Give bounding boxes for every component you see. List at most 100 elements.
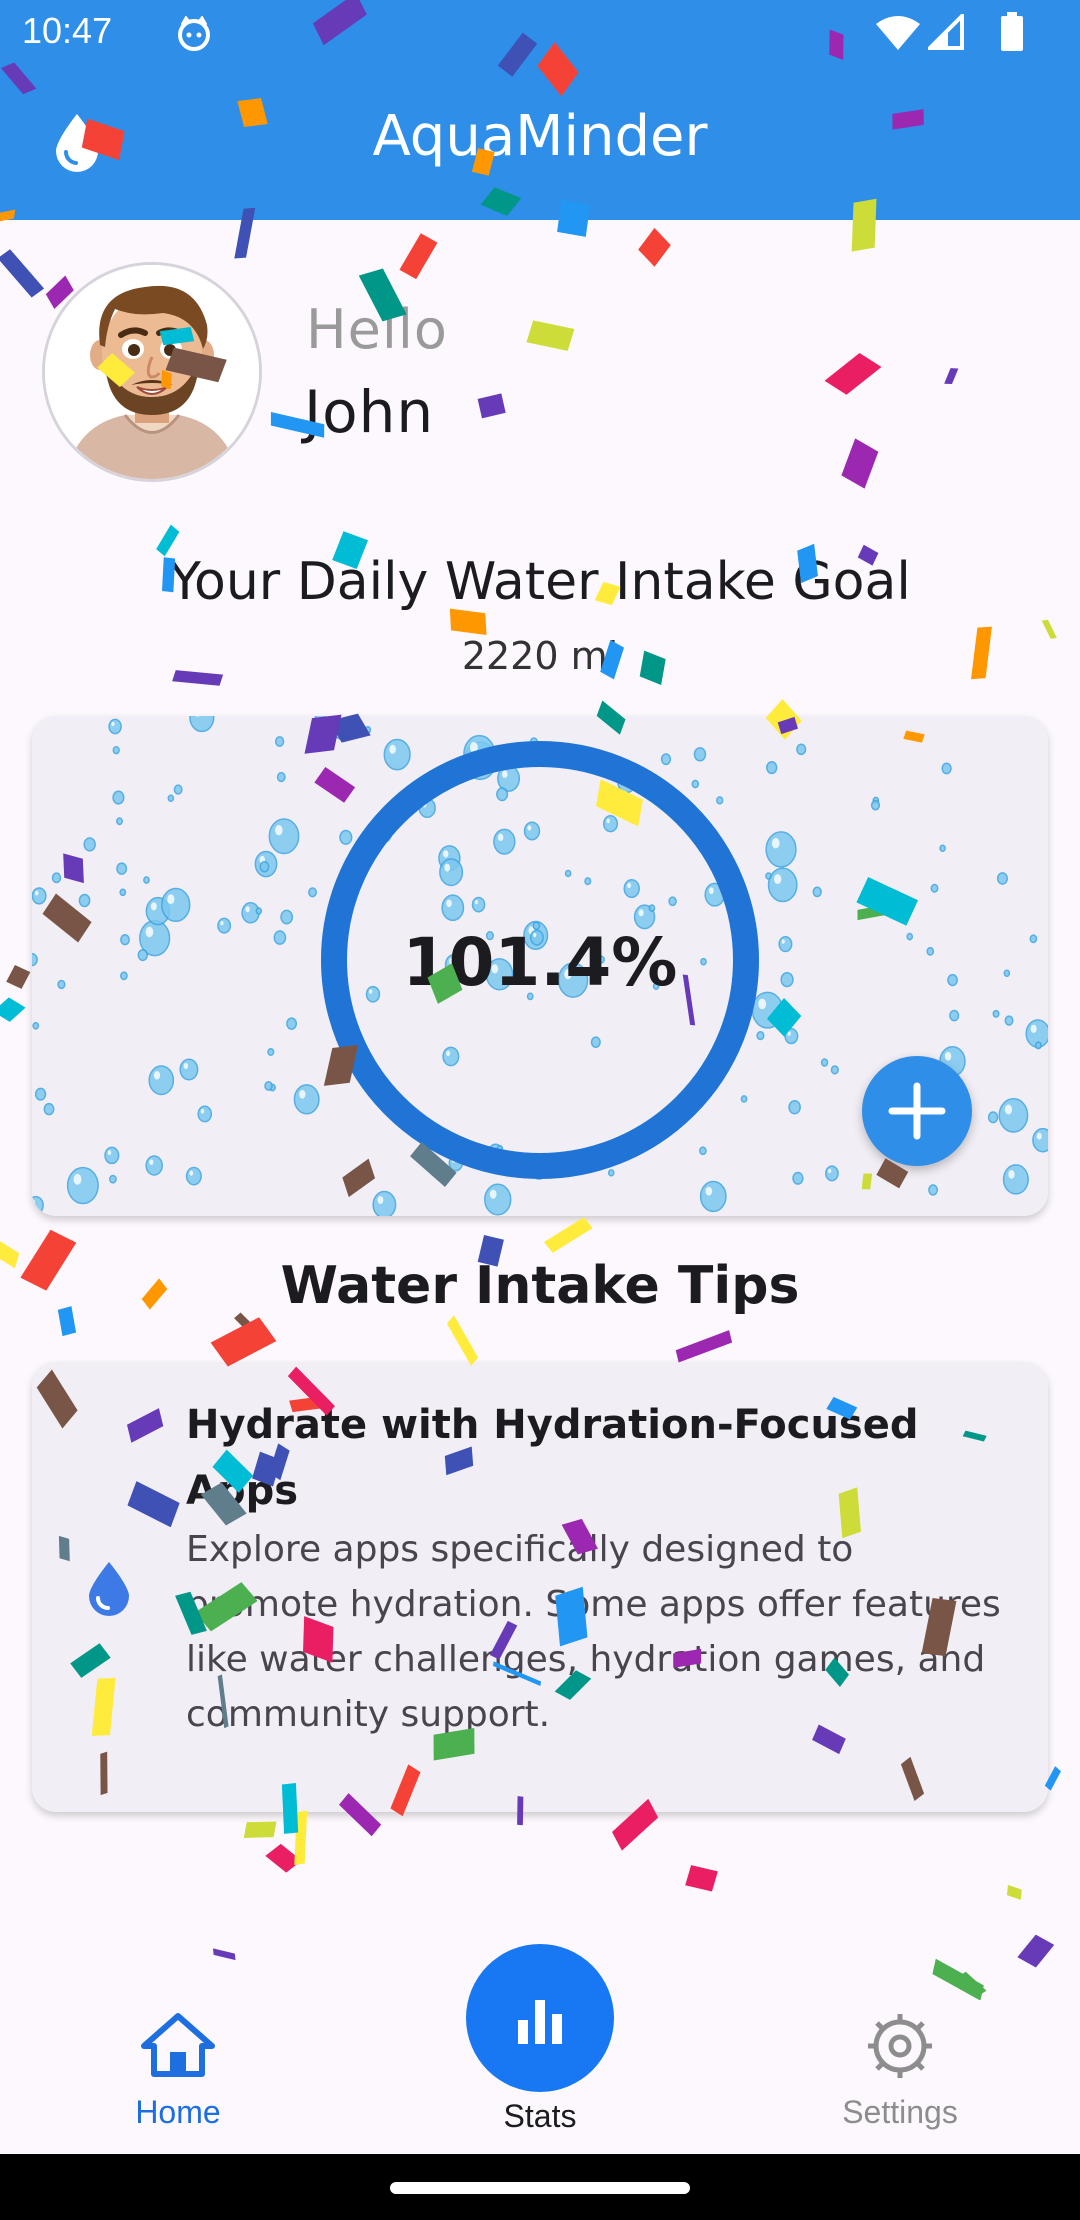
water-droplet (32, 1021, 40, 1030)
water-droplet (116, 817, 123, 826)
confetti-piece (1007, 1884, 1022, 1900)
tip-body: Explore apps specifically designed to pr… (186, 1529, 1001, 1735)
water-droplet (264, 1081, 273, 1091)
battery-icon (1001, 12, 1023, 51)
confetti-piece (675, 1330, 733, 1363)
confetti-piece (685, 1865, 718, 1892)
water-droplet (280, 909, 294, 925)
water-droplet (930, 883, 939, 893)
water-droplet (825, 1165, 839, 1182)
water-droplet (143, 876, 150, 884)
water-droplet (268, 818, 300, 855)
status-time: 10:47 (22, 10, 113, 51)
water-droplet (820, 1058, 829, 1067)
water-droplet (173, 784, 183, 795)
home-indicator[interactable] (390, 2182, 690, 2194)
water-droplet (119, 888, 127, 897)
water-droplet (286, 1017, 298, 1030)
bar-chart-icon (518, 2000, 562, 2044)
water-droplet (116, 862, 128, 875)
bottom-navigation: Home Stats Settings (0, 1944, 1080, 2154)
water-droplet (112, 746, 120, 755)
water-droplet (185, 1166, 202, 1186)
water-droplet (870, 799, 881, 811)
droplet-highlight (34, 890, 39, 896)
user-name: John (304, 378, 435, 446)
droplet-highlight (275, 825, 283, 836)
goal-title: Your Daily Water Intake Goal (169, 552, 911, 612)
nav-label-settings: Settings (842, 2094, 958, 2130)
tip-card[interactable]: Hydrate with Hydration-Focused Apps Expl… (32, 1362, 1048, 1812)
water-drop-icon (89, 1562, 129, 1616)
system-gesture-bar (0, 2154, 1080, 2220)
water-droplet (939, 844, 946, 852)
water-droplet (276, 771, 286, 783)
water-droplet (66, 1166, 99, 1205)
water-droplet (928, 1184, 938, 1196)
water-droplet (788, 1099, 801, 1115)
water-droplet (32, 887, 47, 905)
droplet-highlight (149, 1159, 154, 1166)
nav-label-home: Home (135, 2094, 221, 2130)
water-droplet (274, 736, 285, 747)
water-droplet (992, 1009, 1000, 1018)
water-droplet (1032, 1127, 1048, 1153)
water-droplet (255, 907, 263, 915)
add-intake-button[interactable] (862, 1056, 972, 1166)
confetti-piece (449, 608, 487, 635)
water-droplet (145, 1155, 163, 1176)
confetti-piece (210, 1317, 277, 1367)
water-droplet (314, 716, 327, 723)
water-droplet (1002, 1164, 1029, 1195)
water-droplet (83, 837, 96, 852)
water-droplet (189, 716, 215, 733)
water-droplet (998, 1097, 1029, 1133)
confetti-piece (824, 352, 882, 395)
water-droplet (112, 790, 125, 805)
water-droplet (1004, 1015, 1014, 1026)
water-droplet (161, 887, 191, 923)
droplet-highlight (774, 874, 782, 885)
droplet-highlight (107, 1150, 112, 1156)
confetti-piece (544, 1217, 593, 1253)
droplet-highlight (245, 906, 250, 913)
droplet-highlight (150, 902, 157, 911)
droplet-highlight (111, 721, 115, 727)
confetti-piece (0, 249, 45, 298)
water-droplet (1034, 1041, 1042, 1050)
water-droplet (792, 1171, 804, 1185)
water-droplet (179, 1058, 199, 1081)
droplet-highlight (299, 1089, 306, 1099)
tip-title: Hydrate with Hydration-Focused Apps (186, 1402, 919, 1514)
droplet-highlight (183, 1062, 189, 1070)
notification-cat-icon (178, 16, 210, 51)
water-droplet (364, 725, 372, 734)
confetti-piece (446, 1315, 479, 1366)
droplet-highlight (828, 1168, 832, 1174)
droplet-highlight (705, 1186, 713, 1196)
water-droplet (767, 867, 798, 903)
water-droplet (259, 861, 270, 873)
confetti-piece (399, 233, 438, 280)
confetti-piece (841, 438, 879, 489)
confetti-piece (638, 227, 671, 267)
tips-heading: Water Intake Tips (280, 1256, 800, 1316)
avatar[interactable] (42, 262, 262, 482)
confetti-piece (6, 964, 31, 989)
droplet-highlight (377, 1196, 384, 1205)
water-droplet (484, 1183, 512, 1216)
nav-label-stats: Stats (503, 2098, 577, 2134)
avatar-illustration (45, 265, 259, 479)
droplet-highlight (1036, 1132, 1042, 1140)
water-droplet (765, 872, 772, 880)
stats-button[interactable] (466, 1944, 614, 2092)
droplet-highlight (1008, 1170, 1015, 1179)
droplet-highlight (1030, 1024, 1037, 1033)
water-droplet (949, 1009, 960, 1022)
home-icon (141, 2013, 215, 2077)
droplet-highlight (489, 1189, 497, 1199)
greeting-hello: Hello (306, 298, 448, 361)
confetti-piece (477, 393, 506, 419)
confetti-piece (212, 1948, 236, 1961)
water-droplet (784, 1028, 799, 1045)
